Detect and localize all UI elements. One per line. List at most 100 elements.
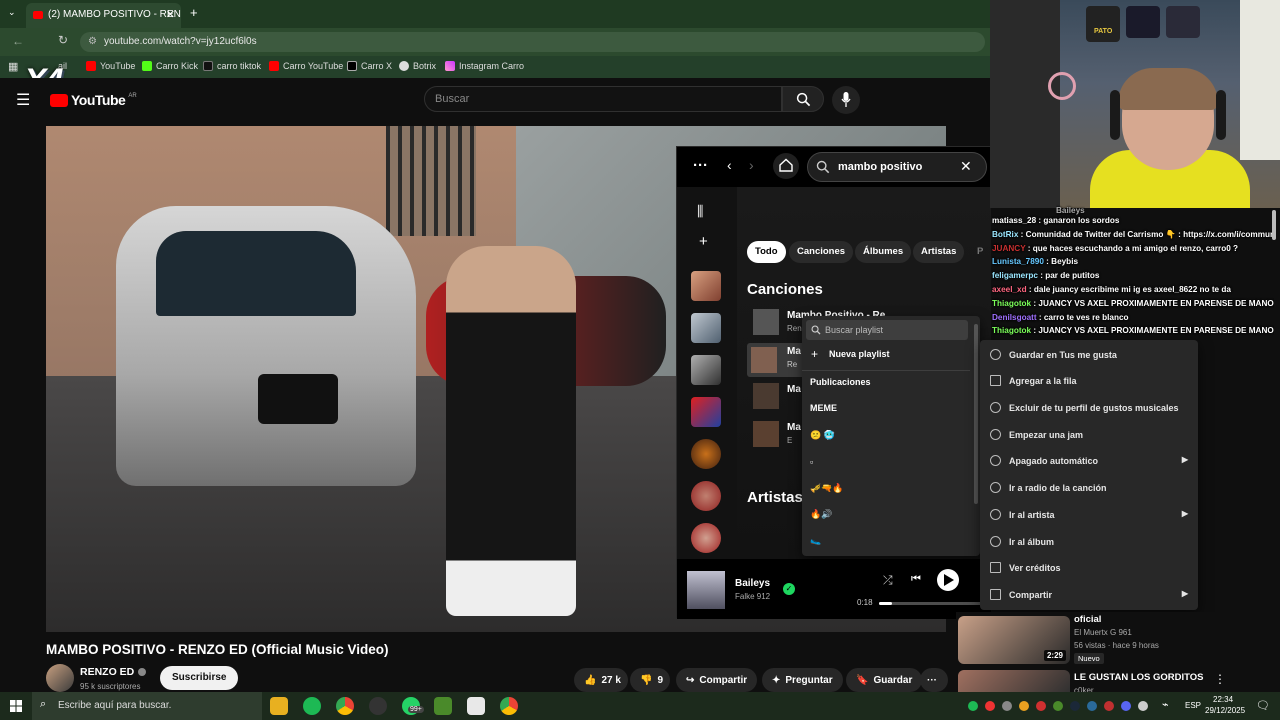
youtube-logo[interactable]: YouTube AR: [50, 92, 137, 108]
playlist-item[interactable]: Publicaciones: [810, 377, 871, 387]
chat-username[interactable]: axeel_xd: [992, 285, 1027, 294]
chat-username[interactable]: Thiagotok: [992, 326, 1031, 335]
tray-app-icon[interactable]: [1104, 701, 1114, 711]
network-icon[interactable]: ⌁: [1162, 698, 1169, 711]
playlist-item[interactable]: 🎺🔫🔥: [810, 483, 844, 494]
chrome-profile-icon[interactable]: [500, 697, 518, 715]
language-indicator[interactable]: ESP: [1185, 701, 1201, 710]
file-explorer-icon[interactable]: [270, 697, 288, 715]
reload-icon[interactable]: ↻: [58, 33, 68, 47]
playlist-item[interactable]: 🔥🔊: [810, 509, 832, 520]
bookmark-carro-tiktok[interactable]: carro tiktok: [203, 61, 261, 71]
tray-app-icon[interactable]: [1087, 701, 1097, 711]
spotify-search-input[interactable]: mambo positivo ✕: [807, 152, 987, 182]
channel-avatar[interactable]: [46, 664, 74, 692]
clear-search-icon[interactable]: ✕: [960, 158, 972, 175]
new-playlist-item[interactable]: + Nueva playlist: [802, 344, 970, 364]
save-button[interactable]: 🔖 Guardar: [846, 668, 923, 692]
home-button[interactable]: [773, 153, 799, 179]
tray-app-icon[interactable]: [1002, 701, 1012, 711]
chat-username[interactable]: matiass_28: [992, 216, 1036, 225]
apps-grid-icon[interactable]: ▦: [8, 60, 18, 73]
clock-time[interactable]: 22:34: [1213, 695, 1233, 704]
menu-item-radio[interactable]: Ir a radio de la canción: [980, 475, 1198, 501]
bookmark-youtube[interactable]: YouTube: [86, 61, 135, 71]
playlist-item[interactable]: 😕 🥶: [810, 430, 835, 441]
play-button[interactable]: [937, 569, 959, 591]
chat-username[interactable]: BotRix: [992, 230, 1018, 239]
recommendation-channel[interactable]: El Muertx G 961: [1074, 628, 1132, 637]
more-vertical-icon[interactable]: ⋮: [1214, 672, 1226, 686]
playlist-item[interactable]: MEME: [810, 403, 837, 413]
bookmark-carro-youtube[interactable]: Carro YouTube: [269, 61, 343, 71]
taskbar-search-box[interactable]: ⌕ Escribe aquí para buscar.: [32, 692, 262, 720]
tray-app-icon[interactable]: [1036, 701, 1046, 711]
now-playing-artist[interactable]: Falke 912: [735, 592, 770, 601]
create-plus-icon[interactable]: +: [699, 233, 708, 250]
chat-username[interactable]: JUANCY: [992, 244, 1026, 253]
close-tab-icon[interactable]: ✕: [166, 8, 175, 21]
spotify-icon[interactable]: [303, 697, 321, 715]
library-icon[interactable]: ⫼: [697, 203, 703, 220]
tray-app-icon[interactable]: [1053, 701, 1063, 711]
more-actions-button[interactable]: ···: [920, 668, 948, 692]
recommendation-title[interactable]: oficial: [1074, 614, 1101, 625]
notifications-icon[interactable]: 🗨: [1256, 699, 1270, 712]
share-button[interactable]: ↪ Compartir: [676, 668, 758, 692]
shuffle-icon[interactable]: ⤮: [883, 573, 893, 588]
playlist-item[interactable]: 🥿: [810, 535, 821, 546]
tray-app-icon[interactable]: [1138, 701, 1148, 711]
more-dots-icon[interactable]: ···: [693, 157, 708, 174]
tray-spotify-icon[interactable]: [968, 701, 978, 711]
like-button[interactable]: 👍 27 k: [574, 668, 628, 692]
menu-item-artista[interactable]: Ir al artista ▶: [980, 502, 1198, 528]
recommendation-title[interactable]: LE GUSTAN LOS GORDITOS: [1074, 672, 1204, 683]
tray-app-icon[interactable]: [985, 701, 995, 711]
submenu-scrollbar[interactable]: [974, 324, 978, 504]
song-row[interactable]: Ma: [747, 381, 807, 415]
tray-steam-icon[interactable]: [1070, 701, 1080, 711]
playback-progress-track[interactable]: [879, 602, 987, 605]
forward-chevron-icon[interactable]: ›: [749, 157, 754, 173]
library-item-cover[interactable]: [691, 439, 721, 469]
recommendation-thumbnail[interactable]: 2:29: [958, 616, 1070, 664]
menu-item-agregar-fila[interactable]: Agregar a la fila: [980, 368, 1198, 394]
filter-chip-artistas[interactable]: Artistas: [913, 241, 965, 263]
browser-tab[interactable]: (2) MAMBO POSITIVO - RENZO ✕: [26, 3, 181, 28]
notepad-icon[interactable]: [467, 697, 485, 715]
voice-search-button[interactable]: [832, 86, 860, 114]
library-item-cover[interactable]: [691, 397, 721, 427]
bookmark-instagram-carro[interactable]: Instagram Carro: [445, 61, 524, 71]
bookmark-botrix[interactable]: Botrix: [399, 61, 436, 71]
clock-date[interactable]: 29/12/2025: [1205, 706, 1245, 715]
library-item-cover[interactable]: [691, 355, 721, 385]
filter-chip-more[interactable]: P: [969, 241, 991, 263]
recommendation-thumbnail[interactable]: [958, 670, 1070, 692]
playlist-search-input[interactable]: Buscar playlist: [806, 320, 968, 340]
filter-chip-albumes[interactable]: Álbumes: [855, 241, 912, 263]
chrome-icon[interactable]: [336, 697, 354, 715]
hamburger-menu-icon[interactable]: ☰: [16, 90, 30, 110]
youtube-search-input[interactable]: Buscar: [424, 86, 782, 112]
ask-button[interactable]: ✦ Preguntar: [762, 668, 843, 692]
library-item-cover[interactable]: [691, 313, 721, 343]
chat-username[interactable]: feligamerpc: [992, 271, 1038, 280]
filter-chip-canciones[interactable]: Canciones: [789, 241, 854, 263]
menu-item-album[interactable]: Ir al álbum: [980, 529, 1198, 555]
menu-item-compartir[interactable]: Compartir ▶: [980, 582, 1198, 608]
chat-username[interactable]: Lunista_7890: [992, 257, 1044, 266]
liked-check-icon[interactable]: ✓: [783, 583, 795, 595]
now-playing-title[interactable]: Baileys: [735, 578, 770, 589]
dislike-button[interactable]: 👎 9: [630, 668, 670, 692]
now-playing-cover[interactable]: [687, 571, 725, 609]
chat-username[interactable]: Denilsgoatt: [992, 313, 1037, 322]
site-info-icon[interactable]: ⚙: [88, 36, 97, 47]
windows-start-icon[interactable]: [10, 700, 22, 712]
minecraft-icon[interactable]: [434, 697, 452, 715]
menu-item-apagado[interactable]: Apagado automático ▶: [980, 448, 1198, 474]
library-item-cover[interactable]: [691, 481, 721, 511]
song-row[interactable]: Ma E: [747, 419, 807, 453]
channel-name-row[interactable]: RENZO ED: [80, 666, 147, 678]
playlist-item[interactable]: ▫: [810, 457, 813, 467]
tray-discord-icon[interactable]: [1121, 701, 1131, 711]
